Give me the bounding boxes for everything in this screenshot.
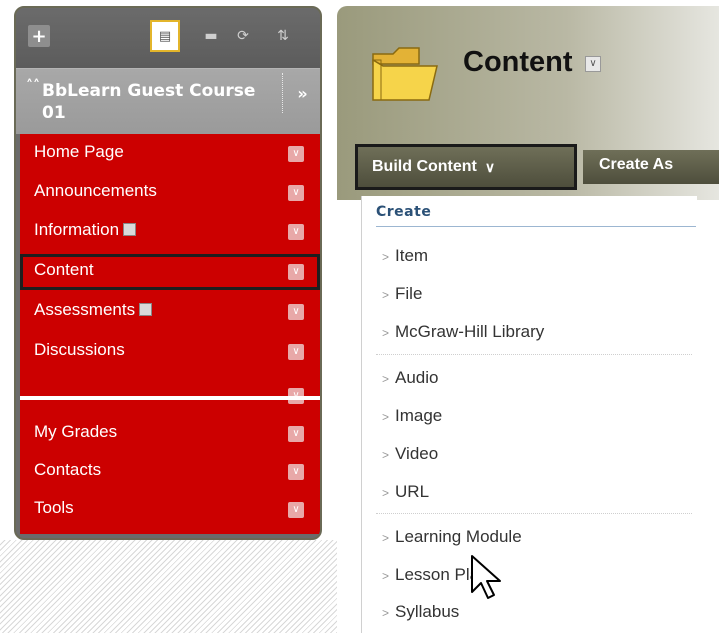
- menu-item-content[interactable]: Content ∨: [20, 254, 320, 290]
- content-header: Content ∨ Build Content ∨ Create As: [337, 6, 719, 200]
- chevron-right-icon: >: [382, 288, 390, 302]
- action-bar: Build Content ∨ Create As: [355, 144, 719, 190]
- content-panel: Content ∨ Build Content ∨ Create As Crea…: [337, 6, 719, 633]
- dropdown-separator: [376, 513, 692, 514]
- menu-toolbar: + ▤ ▬ ⟳ ⇅: [16, 8, 320, 68]
- menu-item-announcements[interactable]: Announcements ∨: [20, 175, 320, 211]
- dropdown-separator: [376, 354, 692, 355]
- dropdown-item-mcgraw-hill-library[interactable]: > McGraw-Hill Library: [382, 322, 544, 342]
- menu-item-home-page[interactable]: Home Page ∨: [20, 136, 320, 172]
- collapse-menu-icon[interactable]: ˄˄: [26, 78, 40, 94]
- chevron-down-icon[interactable]: ∨: [288, 146, 304, 162]
- folder-view-icon[interactable]: ▬: [200, 25, 222, 47]
- dropdown-item-url[interactable]: > URL: [382, 482, 429, 502]
- menu-item-tools[interactable]: Tools ∨: [20, 492, 320, 528]
- menu-item-information[interactable]: Information ∨: [20, 214, 320, 250]
- menu-item-label[interactable]: Announcements: [34, 181, 157, 201]
- chevron-down-icon: ∨: [484, 158, 496, 175]
- menu-item-label[interactable]: Information: [34, 220, 137, 240]
- chevron-down-icon[interactable]: ∨: [288, 344, 304, 360]
- add-menu-item-button[interactable]: +: [28, 25, 50, 47]
- menu-item-discussions[interactable]: Discussions ∨: [20, 334, 320, 370]
- menu-item-assessments[interactable]: Assessments ∨: [20, 294, 320, 330]
- build-content-button[interactable]: Build Content ∨: [355, 144, 577, 190]
- build-content-label: Build Content: [372, 158, 477, 175]
- chevron-right-icon: >: [382, 372, 390, 386]
- menu-item-label[interactable]: Content: [34, 260, 94, 280]
- menu-item-label[interactable]: Tools: [34, 498, 74, 518]
- refresh-icon[interactable]: ⟳: [232, 25, 254, 47]
- build-content-inner[interactable]: Build Content ∨: [364, 153, 568, 181]
- chevron-down-icon[interactable]: ∨: [288, 264, 304, 280]
- chevron-right-icon: >: [382, 486, 390, 500]
- chevron-down-icon[interactable]: ∨: [288, 304, 304, 320]
- menu-item-label[interactable]: My Grades: [34, 422, 117, 442]
- course-title-bar: ˄˄ BbLearn Guest Course 01 »: [16, 68, 320, 134]
- page-title: Content: [463, 46, 573, 78]
- reorder-icon[interactable]: ⇅: [272, 25, 294, 47]
- chevron-right-icon: >: [382, 448, 390, 462]
- menu-item-label[interactable]: Discussions: [34, 340, 125, 360]
- hatched-background: [0, 540, 340, 633]
- create-assessment-button[interactable]: Create As: [583, 150, 719, 184]
- mouse-pointer-icon: [471, 555, 501, 599]
- chevron-right-icon: >: [382, 250, 390, 264]
- chevron-right-icon: >: [382, 410, 390, 424]
- chevron-down-icon[interactable]: ∨: [288, 464, 304, 480]
- heading-underline: [376, 226, 696, 227]
- menu-item-my-grades[interactable]: My Grades ∨: [20, 416, 320, 452]
- dropdown-item-video[interactable]: > Video: [382, 444, 438, 464]
- chevron-down-icon[interactable]: ∨: [288, 185, 304, 201]
- dropdown-item-item[interactable]: > Item: [382, 246, 428, 266]
- dropdown-item-file[interactable]: > File: [382, 284, 422, 304]
- course-menu: + ▤ ▬ ⟳ ⇅ ˄˄ BbLearn Guest Course 01 » H…: [14, 6, 322, 540]
- chevron-down-icon[interactable]: ∨: [288, 426, 304, 442]
- chevron-right-icon: >: [382, 606, 390, 620]
- empty-area-icon: [123, 223, 137, 236]
- folder-icon: [372, 47, 438, 101]
- dropdown-item-learning-module[interactable]: > Learning Module: [382, 527, 522, 547]
- empty-area-icon: [139, 303, 153, 316]
- dropdown-heading: Create: [376, 204, 432, 220]
- list-view-icon[interactable]: ▤: [150, 20, 180, 52]
- dropdown-item-syllabus[interactable]: > Syllabus: [382, 602, 459, 622]
- chevron-down-icon[interactable]: ∨: [585, 56, 601, 72]
- chevron-right-icon: >: [382, 326, 390, 340]
- dropdown-item-audio[interactable]: > Audio: [382, 368, 439, 388]
- menu-item-label[interactable]: Contacts: [34, 460, 101, 480]
- build-content-dropdown: Create > Item > File > McGraw-Hill Library …: [361, 196, 697, 633]
- chevron-right-icon: >: [382, 569, 390, 583]
- chevron-right-icon: >: [382, 531, 390, 545]
- menu-divider-item[interactable]: ∨: [20, 374, 320, 410]
- menu-item-label[interactable]: Assessments: [34, 300, 153, 320]
- dropdown-item-image[interactable]: > Image: [382, 406, 442, 426]
- course-title[interactable]: BbLearn Guest Course 01: [42, 80, 262, 124]
- menu-divider: [20, 396, 320, 400]
- course-menu-list: Home Page ∨ Announcements ∨ Information …: [20, 134, 320, 534]
- expand-panel-icon[interactable]: »: [282, 73, 320, 113]
- chevron-down-icon[interactable]: ∨: [288, 224, 304, 240]
- menu-item-label[interactable]: Home Page: [34, 142, 124, 162]
- chevron-down-icon[interactable]: ∨: [288, 502, 304, 518]
- menu-item-contacts[interactable]: Contacts ∨: [20, 454, 320, 490]
